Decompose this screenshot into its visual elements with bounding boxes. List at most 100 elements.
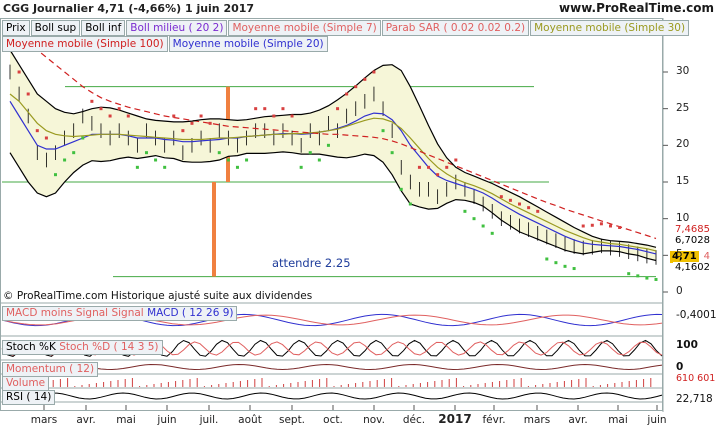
macd-legend: MACD moins Signal Signal MACD ( 12 26 9) [2, 306, 238, 321]
legend-mm100[interactable]: Moyenne mobile (Simple 100) [2, 36, 168, 52]
sar-dot [281, 107, 285, 111]
legend-sar[interactable]: Parab SAR ( 0.02 0.02 0.2) [381, 20, 530, 36]
sar-dot [618, 225, 622, 229]
x-tick-label: avr. [568, 414, 588, 426]
sar-dot [363, 77, 367, 81]
sar-dot [417, 165, 421, 169]
y-tick-label: 15 [676, 175, 690, 187]
legend-boll-inf[interactable]: Boll inf [81, 20, 126, 36]
sar-dot [126, 114, 130, 118]
x-tick-label: mai [608, 414, 628, 426]
x-tick-label: nov. [363, 414, 385, 426]
sar-dot [572, 267, 576, 271]
sar-dot [81, 136, 85, 140]
sar-dot [627, 272, 631, 276]
x-tick-label: sept. [278, 414, 306, 426]
rsi-line [1, 392, 663, 400]
copyright-text: © ProRealTime.com Historique ajusté suit… [3, 290, 313, 302]
sar-dot [490, 231, 494, 235]
sar-dot [636, 274, 640, 278]
sar-dot [654, 277, 658, 281]
x-tick-label: oct. [323, 414, 343, 426]
sar-dot [63, 158, 67, 162]
sar-dot [345, 92, 349, 96]
sar-dot [381, 129, 385, 133]
sar-dot [117, 107, 121, 111]
sar-dot [399, 187, 403, 191]
sar-dot [108, 114, 112, 118]
sar-dot [99, 107, 103, 111]
volume-legend: Volume [2, 376, 50, 391]
legend-mm20[interactable]: Moyenne mobile (Simple 20) [168, 36, 328, 52]
sar-dot [645, 276, 649, 280]
momentum-value: 0 [676, 361, 684, 373]
macd-legend-0: MACD moins Signal [6, 307, 109, 319]
legend-boll-milieu[interactable]: Boll milieu ( 20 2) [126, 20, 228, 36]
sar-dot [472, 217, 476, 221]
sar-dot [545, 257, 549, 261]
macd-legend-2: MACD ( 12 26 9) [147, 307, 234, 319]
sar-dot [226, 158, 230, 162]
bollinger-band-fill [10, 50, 656, 261]
x-tick-label: avr. [76, 414, 96, 426]
momentum-line [1, 363, 663, 371]
legend-prix[interactable]: Prix [2, 20, 30, 36]
sar-dot [499, 195, 503, 199]
sar-dot [463, 209, 467, 213]
legend-boll-sup[interactable]: Boll sup [30, 20, 81, 36]
sar-dot [563, 264, 567, 268]
sar-dot [445, 165, 449, 169]
sar-dot [35, 129, 39, 133]
rsi-legend: RSI ( 14) [2, 390, 56, 405]
x-tick-label: juil. [199, 414, 219, 426]
sar-dot [172, 114, 176, 118]
annotation-text: attendre 2.25 [272, 256, 351, 270]
sar-dot [609, 224, 613, 228]
sar-dot [254, 107, 258, 111]
stoch-legend-0: Stoch %K [6, 341, 56, 353]
price-label-boll-inf: 4,1602 [673, 262, 712, 274]
y-tick-label: 30 [676, 65, 690, 77]
sar-dot [390, 151, 394, 155]
sar-dot [163, 165, 167, 169]
legend-row-2: Moyenne mobile (Simple 100) Moyenne mobil… [2, 36, 329, 52]
sar-dot [26, 92, 30, 96]
sar-dot [427, 165, 431, 169]
x-tick-label: févr. [482, 414, 506, 426]
sar-dot [90, 99, 94, 103]
x-tick-label: mai [116, 414, 136, 426]
sar-dot [554, 261, 558, 265]
sar-dot [354, 85, 358, 89]
sar-dot [436, 173, 440, 177]
sar-dot [454, 158, 458, 162]
rsi-value: 22,718 [676, 393, 713, 405]
sar-dot [53, 173, 57, 177]
sar-dot [181, 129, 185, 133]
sar-dot [336, 107, 340, 111]
sar-dot [208, 121, 212, 125]
x-tick-label: déc. [402, 414, 426, 426]
sar-dot [408, 202, 412, 206]
stoch-legend: Stoch %K Stoch %D ( 14 3 5) [2, 340, 163, 355]
sar-dot [481, 224, 485, 228]
x-tick-label: 2017 [438, 412, 472, 426]
macd-value: -0,4001 [676, 309, 717, 321]
legend-mm30[interactable]: Moyenne mobile (Simple 30) [530, 20, 690, 36]
sar-dot [590, 223, 594, 227]
sar-dot [508, 198, 512, 202]
sar-dot [135, 165, 139, 169]
sar-dot [272, 114, 276, 118]
stoch-legend-1: Stoch %D ( 14 3 5) [59, 341, 159, 353]
y-tick-label: 10 [676, 211, 690, 224]
price-label-boll: 6,7028 [673, 235, 712, 247]
macd-legend-1: Signal [111, 307, 144, 319]
sar-dot [245, 158, 249, 162]
x-tick-label: mars [523, 414, 551, 426]
volume-value: 610 601 [676, 373, 716, 384]
legend-mm7[interactable]: Moyenne mobile (Simple 7) [228, 20, 381, 36]
sar-dot [235, 165, 239, 169]
sar-dot [326, 143, 330, 147]
sar-dot [308, 151, 312, 155]
sar-dot [72, 151, 76, 155]
sar-dot [527, 206, 531, 210]
